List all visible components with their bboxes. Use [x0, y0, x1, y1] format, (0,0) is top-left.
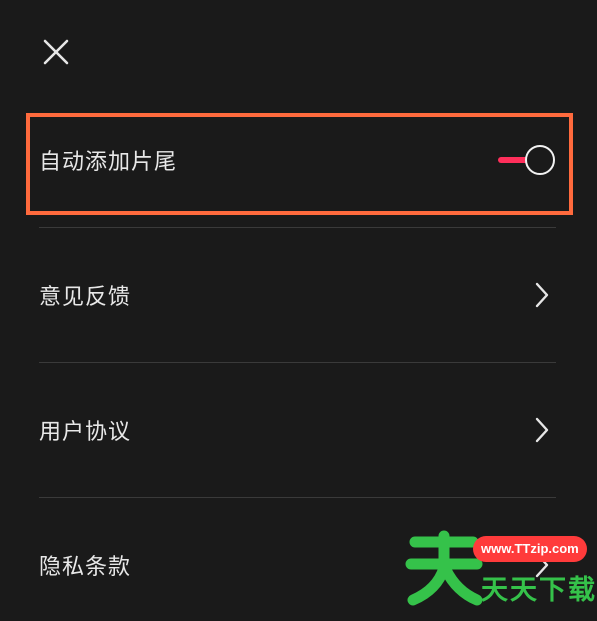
- setting-user-agreement[interactable]: 用户协议: [39, 400, 556, 460]
- chevron-right-icon: [535, 417, 549, 443]
- watermark: www.TTzip.com 天天下载: [405, 528, 595, 618]
- setting-label: 隐私条款: [39, 555, 132, 580]
- chevron-right-icon: [535, 282, 549, 308]
- setting-label: 用户协议: [39, 420, 132, 445]
- toggle-knob: [525, 145, 555, 175]
- setting-auto-add-ending[interactable]: 自动添加片尾: [39, 130, 556, 190]
- setting-label: 意见反馈: [39, 285, 132, 310]
- divider: [39, 497, 556, 498]
- divider: [39, 227, 556, 228]
- watermark-logo-icon: [405, 530, 483, 606]
- setting-feedback[interactable]: 意见反馈: [39, 265, 556, 325]
- setting-label: 自动添加片尾: [39, 150, 178, 175]
- auto-add-ending-toggle[interactable]: [498, 143, 556, 177]
- divider: [39, 362, 556, 363]
- watermark-text: 天天下载: [481, 575, 597, 606]
- watermark-url: www.TTzip.com: [473, 536, 587, 562]
- close-icon[interactable]: [38, 34, 74, 70]
